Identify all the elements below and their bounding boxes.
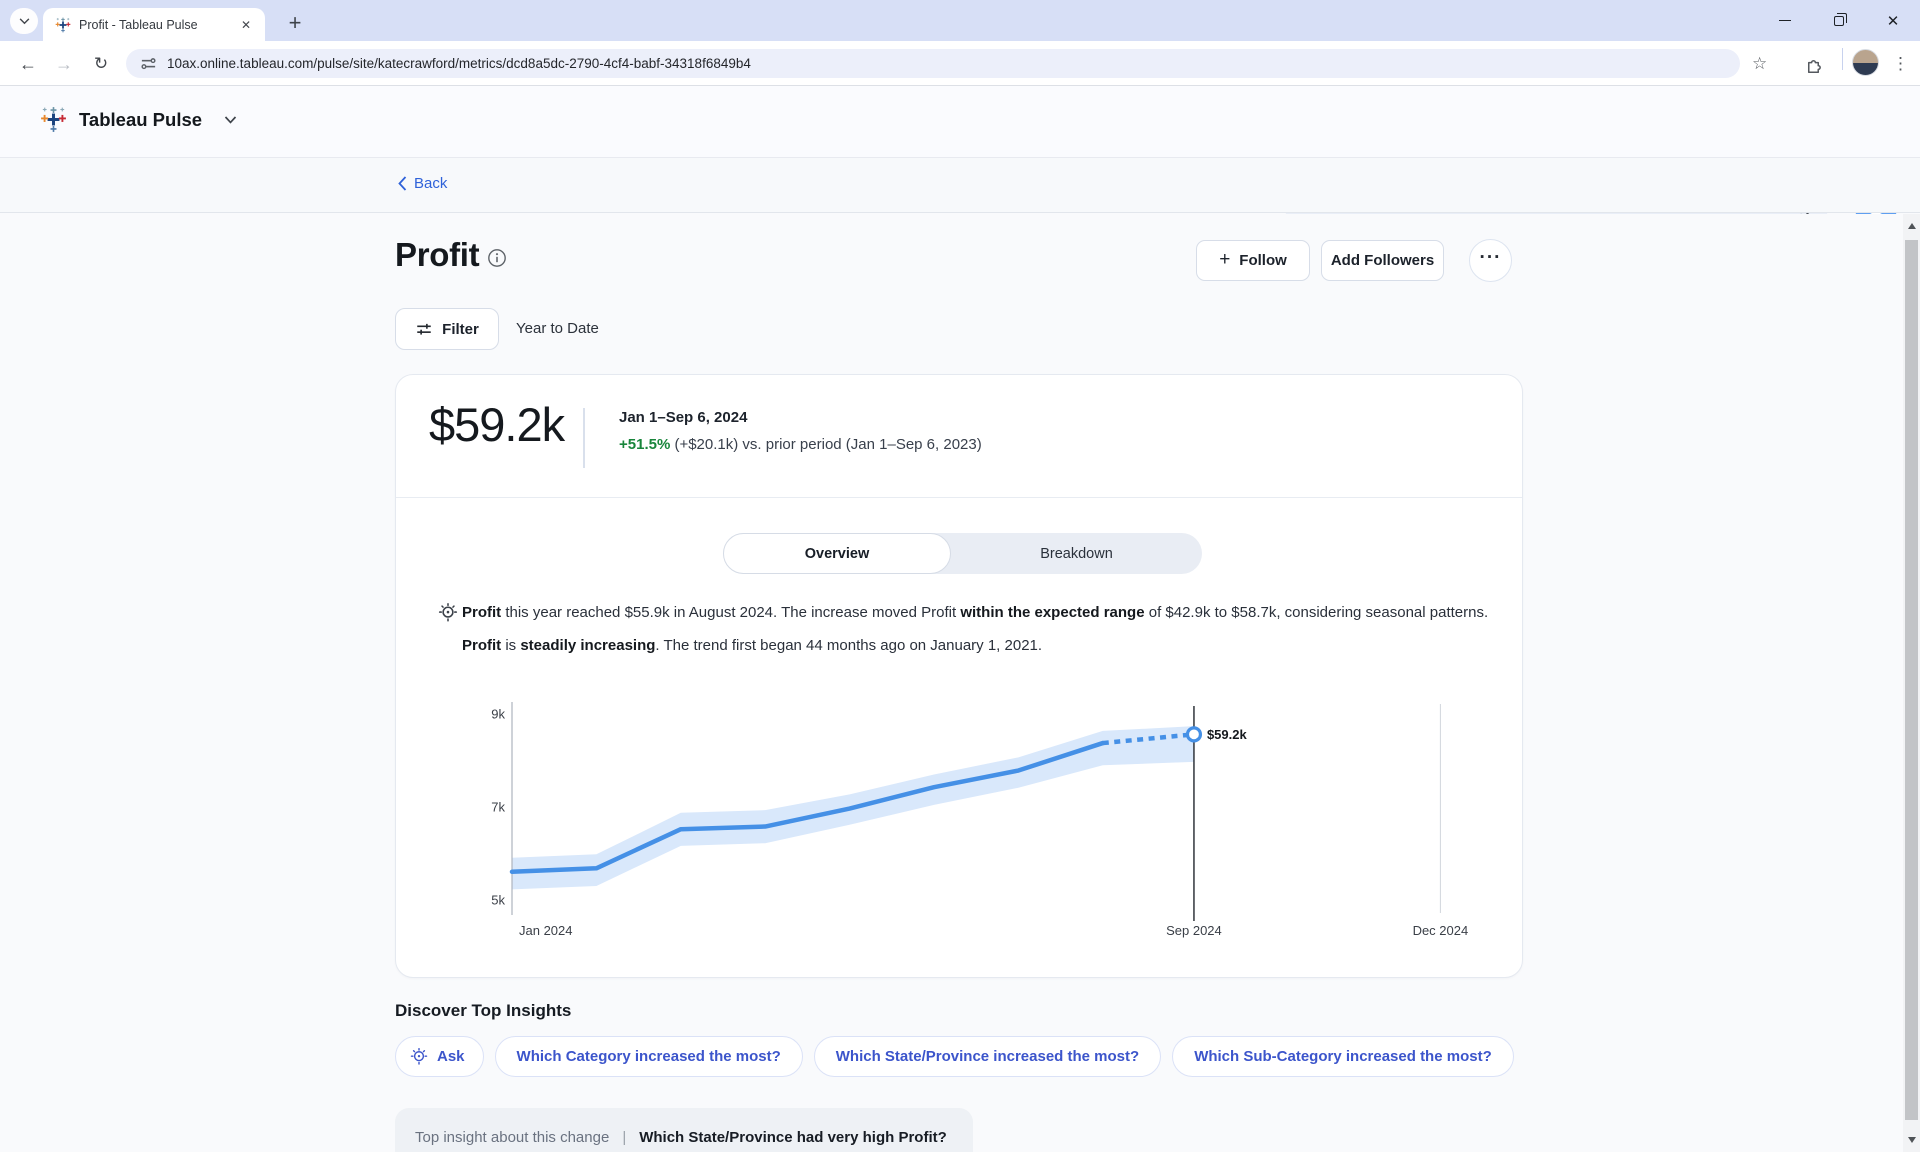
browser-forward-button[interactable]: →: [50, 50, 78, 78]
top-insight-label: Top insight about this change: [415, 1128, 610, 1146]
top-insight-bar[interactable]: Top insight about this change | Which St…: [395, 1108, 973, 1152]
suggestion-pill[interactable]: Which Category increased the most?: [494, 1036, 803, 1077]
suggestion-pill[interactable]: Which State/Province increased the most?: [813, 1036, 1162, 1077]
browser-tab[interactable]: Profit - Tableau Pulse ✕: [43, 8, 265, 41]
close-button[interactable]: ✕: [1866, 0, 1920, 41]
follow-label: Follow: [1239, 252, 1287, 269]
tab-switcher: Overview Breakdown: [723, 533, 1202, 574]
metric-period: Jan 1–Sep 6, 2024: [619, 409, 748, 426]
top-insight-question: Which State/Province had very high Profi…: [639, 1128, 947, 1146]
new-tab-button[interactable]: +: [280, 8, 310, 38]
time-range-label: Year to Date: [516, 320, 599, 337]
info-icon[interactable]: [487, 248, 507, 273]
pulse-header: Tableau Pulse: [0, 86, 1920, 229]
filter-icon: [417, 323, 431, 335]
tableau-pulse-logo: [40, 106, 67, 133]
tableau-favicon: [55, 17, 71, 33]
back-link[interactable]: Back: [398, 175, 447, 192]
suggestion-pill[interactable]: Which Sub-Category increased the most?: [1172, 1036, 1514, 1077]
scroll-up-button[interactable]: [1903, 214, 1920, 238]
insight-paragraph: Profit this year reached $55.9k in Augus…: [462, 604, 1489, 621]
scrollbar-thumb[interactable]: [1905, 240, 1918, 1120]
site-settings-icon[interactable]: [140, 55, 157, 72]
divider: [396, 497, 1522, 498]
chevron-down-icon: [19, 17, 29, 24]
back-bar: Back: [0, 158, 1920, 213]
discover-heading: Discover Top Insights: [395, 1001, 572, 1020]
add-followers-label: Add Followers: [1330, 252, 1435, 269]
app-brand[interactable]: Tableau Pulse: [40, 106, 237, 133]
y-tick-label: $66.9k: [491, 707, 505, 722]
window-controls: ✕: [1758, 0, 1920, 41]
chevron-left-icon: [398, 176, 407, 191]
page-scrollbar[interactable]: [1903, 214, 1920, 1152]
ask-button[interactable]: Ask: [395, 1036, 484, 1077]
insight-suggestions: Ask Which Category increased the most? Wh…: [395, 1036, 1514, 1077]
tab-close-button[interactable]: ✕: [237, 16, 255, 34]
current-value-marker: [1185, 726, 1203, 743]
browser-tab-strip: Profit - Tableau Pulse ✕ + ✕: [0, 0, 1920, 41]
browser-toolbar: ← → ↻ 10ax.online.tableau.com/pulse/site…: [0, 41, 1920, 86]
divider: [583, 408, 585, 468]
tab-title: Profit - Tableau Pulse: [79, 17, 198, 32]
browser-back-button[interactable]: ←: [14, 50, 42, 78]
url-text: 10ax.online.tableau.com/pulse/site/katec…: [167, 56, 751, 71]
filter-label: Filter: [442, 320, 479, 338]
bulb-icon: [409, 1047, 429, 1067]
address-bar[interactable]: 10ax.online.tableau.com/pulse/site/katec…: [126, 49, 1740, 78]
filter-button[interactable]: Filter: [395, 308, 499, 350]
follow-button[interactable]: + Follow: [1196, 240, 1310, 281]
plus-icon: +: [1219, 248, 1231, 270]
minimize-button[interactable]: [1758, 0, 1812, 41]
delta-percent: +51.5%: [619, 436, 671, 453]
tab-breakdown[interactable]: Breakdown: [951, 533, 1202, 574]
x-axis-label: Dec 2024: [1413, 923, 1469, 938]
more-options-button[interactable]: ···: [1469, 239, 1512, 282]
tableau-pulse-window: Profit - Tableau Pulse ✕ + ✕ ← → ↻ 10ax.…: [0, 0, 1920, 1152]
x-axis-label: Sep 2024: [1166, 923, 1222, 938]
chevron-down-icon[interactable]: [224, 115, 237, 124]
metric-card: $59.2k Jan 1–Sep 6, 2024 +51.5% (+$20.1k…: [395, 374, 1523, 978]
insight-icon: [437, 602, 459, 629]
toolbar-divider: [1842, 48, 1843, 70]
tab-search-button[interactable]: [10, 8, 38, 34]
extensions-button[interactable]: [1804, 50, 1823, 78]
restore-button[interactable]: [1812, 0, 1866, 41]
tab-overview[interactable]: Overview: [723, 533, 951, 574]
metric-delta: +51.5% (+$20.1k) vs. prior period (Jan 1…: [619, 436, 982, 453]
bookmark-star-button[interactable]: ☆: [1752, 50, 1767, 78]
delta-comparison: (+$20.1k) vs. prior period (Jan 1–Sep 6,…: [670, 436, 982, 453]
page-title: Profit: [395, 236, 480, 273]
back-label: Back: [414, 175, 448, 192]
add-followers-button[interactable]: Add Followers: [1321, 240, 1444, 281]
puzzle-icon: [1807, 59, 1821, 73]
scroll-down-button[interactable]: [1903, 1128, 1920, 1152]
reload-button[interactable]: ↻: [87, 50, 115, 78]
main-content: Profit + Follow Add Followers ··· Filter…: [0, 214, 1903, 1152]
ask-label: Ask: [437, 1048, 465, 1065]
browser-profile-avatar[interactable]: [1852, 49, 1879, 76]
browser-menu-button[interactable]: ⋮: [1892, 50, 1909, 78]
y-tick-label: $31.7k: [491, 800, 505, 815]
separator: |: [622, 1128, 627, 1146]
current-value-label: $59.2k: [1207, 727, 1248, 742]
insight-paragraph: Profit is steadily increasing. The trend…: [462, 637, 1043, 654]
x-axis-label: Jan 2024: [519, 923, 573, 938]
app-title: Tableau Pulse: [79, 108, 203, 130]
metric-value: $59.2k: [429, 398, 565, 451]
profit-trend-chart[interactable]: $59.2k $66.9k $31.7k -$3.5k Jan 2024 Sep 2024…: [466, 699, 1501, 949]
insight-text: Profit this year reached $55.9k in Augus…: [462, 600, 1504, 659]
y-tick-label: -$3.5k: [491, 892, 505, 907]
